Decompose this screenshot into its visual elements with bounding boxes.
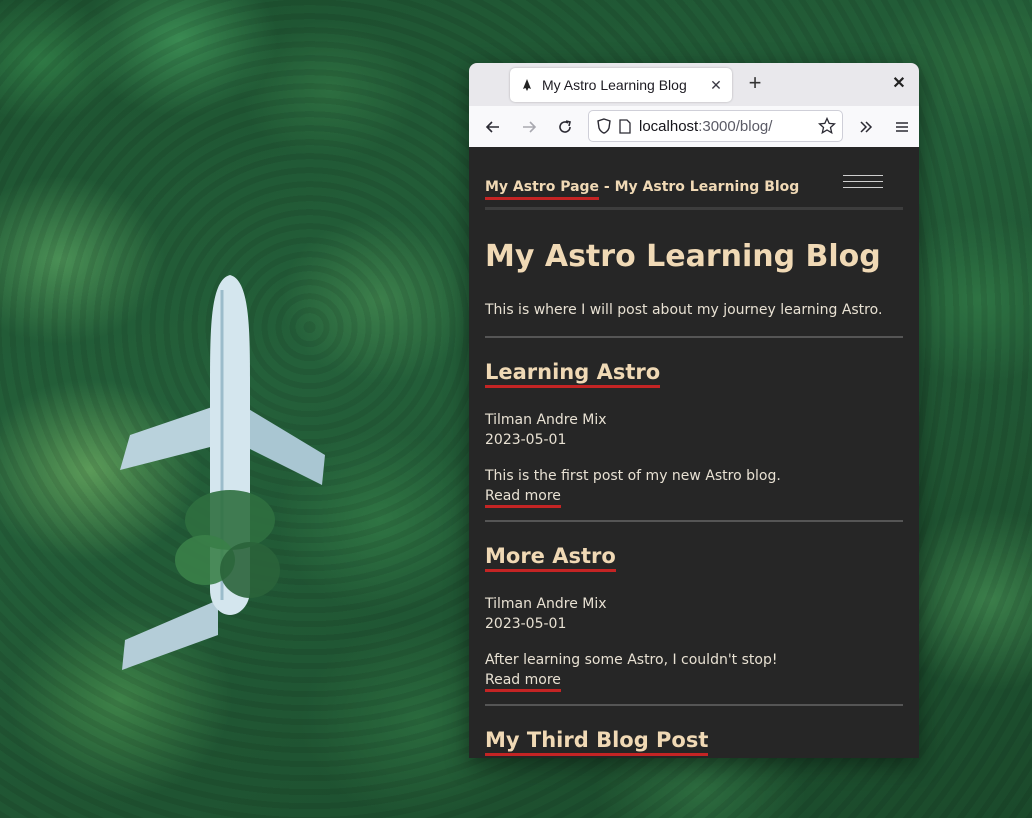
post-title-link[interactable]: My Third Blog Post: [485, 728, 709, 756]
site-menu-button[interactable]: [843, 175, 883, 193]
tab-title: My Astro Learning Blog: [542, 77, 687, 93]
post-description-text: After learning some Astro, I couldn't st…: [485, 652, 778, 668]
post-item: More Astro Tilman Andre Mix 2023-05-01 A…: [485, 544, 903, 692]
divider: [485, 520, 903, 522]
hamburger-line: [843, 181, 883, 182]
page-intro: This is where I will post about my journ…: [485, 302, 883, 318]
title-suffix: My Astro Learning Blog: [614, 179, 800, 195]
read-more-link[interactable]: Read more: [485, 488, 561, 508]
bookmark-star-icon[interactable]: [817, 116, 837, 139]
back-button[interactable]: [479, 114, 507, 140]
shield-icon[interactable]: [597, 118, 611, 134]
hamburger-line: [843, 175, 883, 176]
post-author: Tilman Andre Mix: [485, 596, 607, 612]
post-meta: Tilman Andre Mix 2023-05-01: [485, 594, 903, 634]
post-description: This is the first post of my new Astro b…: [485, 466, 903, 508]
post-description-text: This is the first post of my new Astro b…: [485, 468, 781, 484]
forward-arrow-icon: [523, 121, 537, 133]
home-link[interactable]: My Astro Page: [485, 179, 600, 200]
post-description: After learning some Astro, I couldn't st…: [485, 650, 903, 692]
post-item: My Third Blog Post: [485, 728, 903, 756]
tab-close-icon[interactable]: ✕: [708, 77, 724, 94]
post-title-link[interactable]: More Astro: [485, 544, 616, 572]
navigation-toolbar: localhost:3000/blog/: [469, 106, 919, 148]
post-meta: Tilman Andre Mix 2023-05-01: [485, 410, 903, 450]
divider: [485, 336, 903, 338]
site-header: My Astro Page - My Astro Learning Blog: [485, 165, 903, 210]
double-chevron-icon: [860, 121, 873, 133]
reload-button[interactable]: [551, 114, 579, 140]
tab-active[interactable]: My Astro Learning Blog ✕: [510, 68, 732, 102]
page-icon: [619, 118, 631, 134]
hamburger-line: [843, 187, 883, 188]
tab-bar: My Astro Learning Blog ✕ + ✕: [469, 63, 919, 106]
site-title: My Astro Page - My Astro Learning Blog: [485, 179, 800, 200]
window-close-button[interactable]: ✕: [889, 74, 909, 94]
astro-favicon-icon: [523, 79, 531, 91]
post-title-link[interactable]: Learning Astro: [485, 360, 661, 388]
back-arrow-icon: [485, 121, 499, 133]
page-title: My Astro Learning Blog: [485, 239, 881, 274]
web-page: My Astro Page - My Astro Learning Blog M…: [469, 147, 919, 758]
forward-button[interactable]: [515, 114, 543, 140]
title-separator: -: [599, 179, 615, 195]
post-date: 2023-05-01: [485, 432, 567, 448]
post-item: Learning Astro Tilman Andre Mix 2023-05-…: [485, 360, 903, 508]
url-path: :3000/blog/: [698, 117, 773, 135]
airplane-image: [120, 275, 325, 670]
post-author: Tilman Andre Mix: [485, 412, 607, 428]
new-tab-button[interactable]: +: [743, 72, 767, 96]
divider: [485, 704, 903, 706]
app-menu-button[interactable]: [888, 114, 916, 140]
browser-window: My Astro Learning Blog ✕ + ✕ localhost:3…: [469, 63, 919, 758]
reload-icon: [559, 120, 571, 133]
hamburger-menu-icon: [896, 122, 908, 132]
post-date: 2023-05-01: [485, 616, 567, 632]
url-host: localhost: [639, 117, 699, 135]
url-bar[interactable]: localhost:3000/blog/: [588, 110, 843, 142]
read-more-link[interactable]: Read more: [485, 672, 561, 692]
overflow-chevron-button[interactable]: [852, 114, 880, 140]
